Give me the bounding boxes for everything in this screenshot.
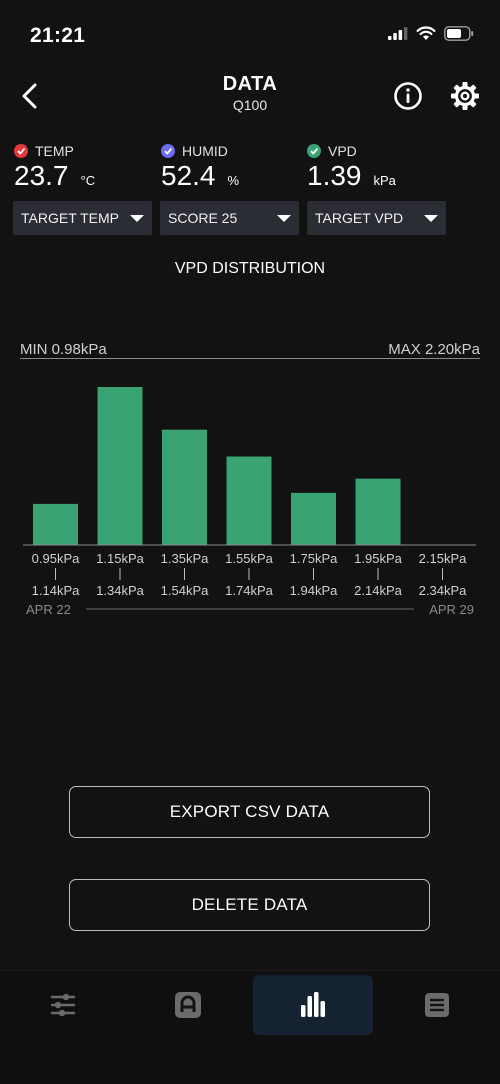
target-vpd-select-value: TARGET VPD <box>315 210 404 226</box>
chart-bar <box>226 456 272 545</box>
tick-label-to: 1.74kPa <box>225 583 273 598</box>
vpd-unit: kPa <box>373 173 396 188</box>
target-temp-select-value: TARGET TEMP <box>21 210 120 226</box>
caret-down-icon <box>424 214 438 222</box>
caret-down-icon <box>130 214 144 222</box>
page-title: DATA <box>222 73 278 95</box>
tick-label-to: 1.14kPa <box>32 583 80 598</box>
tick-label-to: 1.94kPa <box>290 583 338 598</box>
tick-label-to: 1.54kPa <box>161 583 209 598</box>
export-csv-button[interactable]: EXPORT CSV DATA <box>69 786 430 838</box>
tick-label-from: 2.15kPa <box>419 551 467 566</box>
chart-bar <box>33 503 78 545</box>
tick-label-from: 1.15kPa <box>96 551 144 566</box>
vpd-label: VPD <box>328 143 357 159</box>
temp-reading: TEMP 23.7 °C <box>14 143 95 192</box>
tick-label-from: 1.55kPa <box>225 551 273 566</box>
info-button[interactable] <box>392 80 424 112</box>
temp-unit: °C <box>80 173 96 188</box>
chart-bar <box>291 492 336 545</box>
tab-device[interactable] <box>128 975 248 1035</box>
vpd-distribution-chart: 0.95kPa 1.14kPa 1.15kPa 1.34kPa 1.35kPa 1.54k… <box>23 387 476 617</box>
chart-max-label: MAX 2.20kPa <box>388 341 480 358</box>
tab-controls[interactable] <box>3 975 123 1035</box>
signal-icon <box>388 27 408 40</box>
chart-min-label: MIN 0.98kPa <box>20 341 107 358</box>
wifi-icon <box>416 26 436 40</box>
chart-bar <box>97 387 143 545</box>
tick-label-from: 1.95kPa <box>354 551 402 566</box>
sliders-icon <box>50 993 76 1017</box>
check-icon <box>161 144 175 158</box>
settings-button[interactable] <box>449 80 481 112</box>
temp-value: 23.7 <box>14 160 69 191</box>
tick-label-to: 2.14kPa <box>354 583 402 598</box>
bar-chart-icon <box>301 992 325 1017</box>
target-vpd-select[interactable]: TARGET VPD <box>307 201 446 235</box>
status-time: 21:21 <box>30 24 86 47</box>
gear-icon <box>451 82 479 110</box>
range-line <box>20 358 480 359</box>
tab-data[interactable] <box>253 975 373 1035</box>
tick-label-to: 2.34kPa <box>419 583 467 598</box>
page-subtitle: Q100 <box>232 97 268 113</box>
score-select-value: SCORE 25 <box>168 210 238 226</box>
chart-bar <box>355 478 401 545</box>
humid-unit: % <box>227 173 240 188</box>
status-icons <box>388 26 474 41</box>
chart-title: VPD DISTRIBUTION <box>174 260 326 277</box>
date-start-label: APR 22 <box>26 602 71 617</box>
tab-list[interactable] <box>377 975 497 1035</box>
temp-label: TEMP <box>35 143 74 159</box>
score-select[interactable]: SCORE 25 <box>160 201 299 235</box>
check-icon <box>307 144 321 158</box>
date-end-label: APR 29 <box>429 602 474 617</box>
delete-data-button[interactable]: DELETE DATA <box>69 879 430 931</box>
tick-label-to: 1.34kPa <box>96 583 144 598</box>
info-icon <box>394 82 422 110</box>
check-icon <box>14 144 28 158</box>
caret-down-icon <box>277 214 291 222</box>
vpd-value: 1.39 <box>307 160 362 191</box>
humid-label: HUMID <box>182 143 228 159</box>
tick-label-from: 0.95kPa <box>32 551 80 566</box>
list-icon <box>425 993 449 1017</box>
humid-value: 52.4 <box>161 160 216 191</box>
tick-label-from: 1.35kPa <box>161 551 209 566</box>
device-icon <box>175 992 201 1018</box>
vpd-reading: VPD 1.39 kPa <box>307 143 396 192</box>
battery-icon <box>444 26 474 41</box>
tick-label-from: 1.75kPa <box>290 551 338 566</box>
humid-reading: HUMID 52.4 % <box>161 143 239 192</box>
chart-bar <box>162 429 207 545</box>
target-temp-select[interactable]: TARGET TEMP <box>13 201 152 235</box>
